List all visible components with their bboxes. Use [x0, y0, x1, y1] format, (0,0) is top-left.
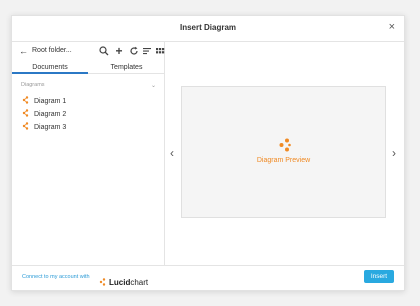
diagram-preview: Diagram Preview: [181, 86, 386, 218]
insert-diagram-dialog: Insert Diagram × ← Root folder... + Docu…: [11, 15, 405, 291]
toolbar: ← Root folder... +: [12, 42, 165, 60]
section-label: Diagrams: [21, 82, 45, 88]
list-item[interactable]: Diagram 2: [22, 109, 66, 119]
preview-panel: ‹ Diagram Preview ›: [166, 42, 404, 265]
list-item-label: Diagram 2: [34, 111, 67, 118]
lucid-diagram-icon: [22, 96, 29, 104]
dialog-header: Insert Diagram ×: [12, 16, 404, 42]
list-item[interactable]: Diagram 1: [22, 96, 66, 106]
tab-templates[interactable]: Templates: [88, 62, 165, 74]
diagrams-section-header[interactable]: Diagrams ⌄: [21, 82, 159, 89]
sort-icon[interactable]: [142, 46, 152, 56]
list-item[interactable]: Diagram 3: [22, 122, 66, 132]
lucid-logo-icon: [99, 278, 106, 286]
folder-breadcrumb[interactable]: Root folder...: [32, 47, 72, 54]
dialog-title: Insert Diagram: [179, 23, 237, 32]
lucid-diagram-icon: [22, 109, 29, 117]
lucid-diagram-icon: [279, 138, 291, 152]
grid-view-icon[interactable]: [155, 46, 165, 56]
list-item-label: Diagram 1: [34, 98, 67, 105]
chevron-left-icon[interactable]: ‹: [170, 146, 174, 160]
close-icon[interactable]: ×: [389, 21, 395, 33]
tab-documents[interactable]: Documents: [12, 62, 88, 74]
brand-regular: chart: [130, 278, 149, 287]
chevron-down-icon[interactable]: ⌄: [151, 82, 156, 89]
refresh-icon[interactable]: [129, 46, 139, 56]
lucid-diagram-icon: [22, 122, 29, 130]
search-icon[interactable]: [99, 46, 109, 56]
tab-bar: Documents Templates: [12, 62, 165, 74]
dialog-footer: Connect to my account with Lucidchart In…: [12, 265, 404, 290]
back-arrow-icon[interactable]: ←: [19, 46, 28, 56]
add-icon[interactable]: +: [114, 45, 124, 57]
lucidchart-logo: Lucidchart: [99, 272, 148, 287]
brand-bold: Lucid: [109, 278, 131, 287]
preview-label: Diagram Preview: [256, 157, 311, 164]
list-item-label: Diagram 3: [34, 124, 67, 131]
chevron-right-icon[interactable]: ›: [392, 146, 396, 160]
insert-button[interactable]: Insert: [364, 270, 394, 283]
connect-account-link[interactable]: Connect to my account with: [22, 274, 90, 280]
left-panel: ← Root folder... + Documents Templates D…: [12, 42, 165, 265]
